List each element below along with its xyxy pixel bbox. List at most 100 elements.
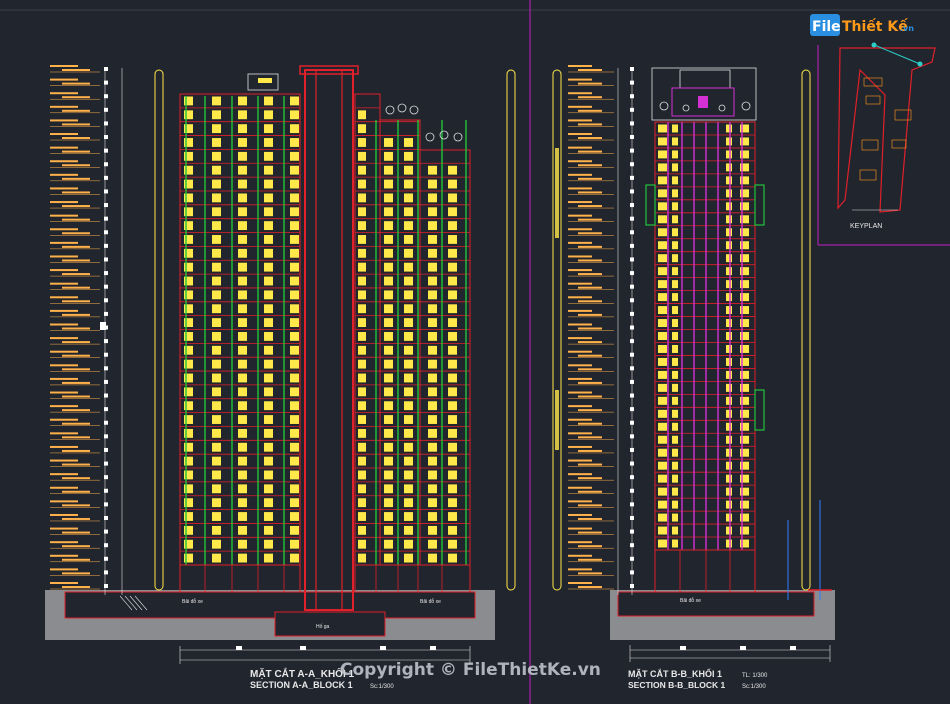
level-mark	[62, 259, 90, 262]
ruler-tick	[104, 175, 108, 180]
level-mark	[568, 405, 592, 408]
section-a-window	[212, 235, 221, 244]
section-a-window	[264, 387, 273, 397]
section-a-window	[212, 96, 221, 106]
section-a-window	[238, 235, 247, 244]
level-mark	[578, 490, 602, 493]
level-mark	[568, 65, 592, 67]
section-b-window	[672, 487, 678, 496]
level-mark	[578, 504, 602, 507]
section-a-window	[264, 290, 273, 300]
section-a-window	[290, 138, 299, 147]
section-a-window	[238, 345, 247, 355]
section-a-window	[238, 442, 247, 452]
section-a-window	[428, 304, 437, 314]
level-mark	[50, 133, 78, 136]
section-a-window	[238, 96, 247, 106]
section-a-window	[428, 498, 437, 508]
section-a-window	[428, 290, 437, 300]
section-a-window	[384, 442, 393, 452]
section-a-window	[404, 138, 413, 147]
section-a-window	[448, 345, 457, 355]
level-mark	[50, 459, 78, 462]
level-mark	[578, 341, 602, 344]
section-a-window	[404, 151, 413, 161]
level-mark	[568, 554, 592, 557]
section-b-window	[672, 293, 678, 302]
section-b-window	[658, 344, 667, 353]
section-a-window	[238, 207, 247, 217]
section-a-window	[290, 373, 299, 383]
ruler-tick	[104, 475, 108, 480]
section-a-window	[212, 442, 221, 452]
section-a-window	[290, 124, 299, 134]
level-mark	[62, 327, 90, 330]
keyplan-label: KEYPLAN	[850, 223, 882, 230]
section-a-window	[384, 221, 393, 231]
section-a-window	[212, 262, 221, 272]
section-a-window	[290, 512, 299, 521]
section-a-window	[212, 387, 221, 397]
level-mark	[62, 232, 90, 235]
ruler-tick	[630, 175, 634, 180]
section-a-window	[384, 276, 393, 286]
ruler-tick	[630, 447, 634, 452]
section-b-window	[726, 383, 732, 392]
level-mark	[62, 368, 90, 371]
level-mark	[578, 422, 602, 425]
level-mark	[50, 541, 78, 544]
section-b-window	[658, 461, 667, 470]
section-a-window	[404, 401, 413, 411]
section-b-right-ribbon	[801, 69, 811, 591]
section-a-window	[264, 470, 273, 480]
section-b-window	[726, 500, 732, 509]
level-mark	[50, 337, 78, 340]
section-a-basement	[64, 591, 476, 619]
section-a-window	[384, 151, 393, 161]
section-a-window	[358, 484, 366, 494]
section-a-window	[384, 193, 393, 203]
section-a-window	[404, 456, 413, 466]
level-mark	[62, 82, 90, 85]
level-mark	[50, 405, 78, 408]
section-b-window	[672, 267, 678, 276]
section-a-window	[358, 359, 366, 369]
section-b-window	[658, 254, 667, 263]
section-a-window	[384, 207, 393, 217]
section-a-window	[384, 332, 393, 341]
section-a-window	[238, 401, 247, 411]
section-b-window	[658, 163, 667, 172]
ruler-tick	[630, 543, 634, 548]
ruler-tick	[104, 420, 108, 425]
level-mark	[568, 255, 592, 258]
level-mark	[62, 572, 90, 575]
section-b-window	[726, 539, 732, 548]
level-mark	[62, 123, 90, 126]
section-a-window	[358, 248, 366, 258]
level-mark	[578, 463, 602, 466]
ruler-tick	[630, 148, 634, 153]
ruler-tick	[104, 162, 108, 167]
section-a-window	[428, 332, 437, 341]
level-mark	[578, 177, 602, 180]
section-a-window	[448, 512, 457, 521]
section-a-window	[358, 221, 366, 231]
section-a-window	[264, 539, 273, 549]
ruler-tick	[104, 203, 108, 208]
level-mark	[568, 432, 592, 435]
section-b-window	[672, 137, 678, 146]
section-b-window	[726, 176, 732, 185]
section-a-window	[448, 207, 457, 217]
ruler-tick	[104, 107, 108, 112]
section-b-window	[726, 215, 732, 224]
section-a-window	[404, 387, 413, 397]
section-b-drawing: Bãi đỗ xe MẶT CẮT B-B_KHỐI 1 TL: 1/300 S…	[552, 65, 835, 690]
section-a-window	[290, 359, 299, 369]
section-a-window	[384, 470, 393, 480]
level-mark	[578, 245, 602, 248]
section-a-window	[404, 553, 413, 563]
section-a-window	[358, 373, 366, 383]
level-mark	[578, 517, 602, 520]
section-a-window	[212, 110, 221, 120]
level-mark	[50, 160, 78, 163]
